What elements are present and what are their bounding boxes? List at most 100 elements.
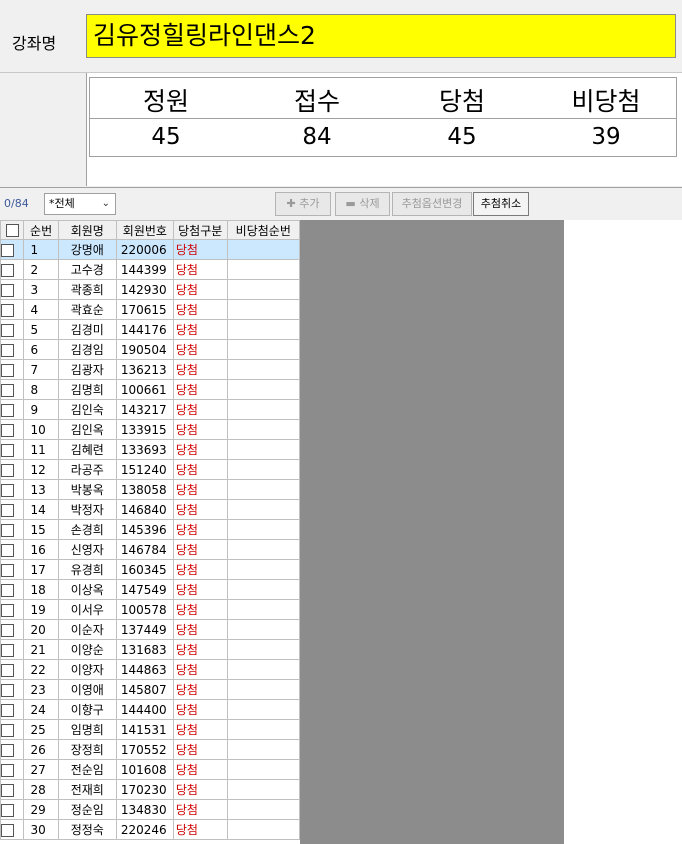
row-checkbox[interactable]	[0, 279, 25, 300]
row-draw-status: 당첨	[172, 439, 228, 460]
row-member-no: 220006	[115, 239, 174, 260]
course-name-field[interactable]: 김유정힐링라인댄스2	[86, 14, 676, 58]
row-checkbox[interactable]	[0, 239, 25, 260]
col-header-draw-status[interactable]: 당첨구분	[172, 220, 228, 240]
row-non-win-seq	[226, 499, 300, 520]
table-row[interactable]: 14 박정자 146840 당첨	[0, 499, 300, 520]
table-row[interactable]: 10 김인옥 133915 당첨	[0, 419, 300, 440]
selection-counter: 0/84	[4, 197, 29, 210]
row-non-win-seq	[226, 439, 300, 460]
stat-header-not-won: 비당첨	[571, 87, 641, 116]
row-checkbox[interactable]	[0, 779, 25, 800]
table-row[interactable]: 7 김광자 136213 당첨	[0, 359, 300, 380]
table-row[interactable]: 21 이양순 131683 당첨	[0, 639, 300, 660]
row-draw-status: 당첨	[172, 419, 228, 440]
add-button[interactable]: ✚ 추가	[275, 192, 331, 216]
row-checkbox[interactable]	[0, 299, 25, 320]
table-row[interactable]: 20 이순자 137449 당첨	[0, 619, 300, 640]
table-row[interactable]: 30 정정숙 220246 당첨	[0, 819, 300, 840]
table-row[interactable]: 13 박봉옥 138058 당첨	[0, 479, 300, 500]
row-checkbox[interactable]	[0, 759, 25, 780]
row-checkbox[interactable]	[0, 259, 25, 280]
row-checkbox[interactable]	[0, 479, 25, 500]
table-row[interactable]: 17 유경희 160345 당첨	[0, 559, 300, 580]
row-checkbox[interactable]	[0, 619, 25, 640]
table-row[interactable]: 9 김인숙 143217 당첨	[0, 399, 300, 420]
row-seq: 24	[23, 699, 59, 720]
table-row[interactable]: 6 김경임 190504 당첨	[0, 339, 300, 360]
col-header-non-win-seq[interactable]: 비당첨순번	[226, 220, 300, 240]
table-row[interactable]: 23 이영애 145807 당첨	[0, 679, 300, 700]
row-checkbox[interactable]	[0, 559, 25, 580]
row-member-no: 137449	[115, 619, 174, 640]
row-draw-status: 당첨	[172, 339, 228, 360]
row-checkbox[interactable]	[0, 739, 25, 760]
row-draw-status: 당첨	[172, 259, 228, 280]
change-draw-option-button[interactable]: 추첨옵션변경	[392, 192, 472, 216]
row-member-name: 라공주	[57, 459, 117, 480]
cancel-draw-button[interactable]: 추첨취소	[473, 192, 529, 216]
table-row[interactable]: 1 강명애 220006 당첨	[0, 239, 300, 260]
col-header-seq[interactable]: 순번	[23, 220, 59, 240]
row-checkbox[interactable]	[0, 359, 25, 380]
select-all-checkbox[interactable]	[0, 220, 25, 240]
delete-button[interactable]: ▬ 삭제	[335, 192, 390, 216]
row-member-no: 131683	[115, 639, 174, 660]
row-checkbox[interactable]	[0, 379, 25, 400]
row-checkbox[interactable]	[0, 439, 25, 460]
col-header-member-name[interactable]: 회원명	[57, 220, 117, 240]
row-checkbox[interactable]	[0, 819, 25, 840]
table-row[interactable]: 15 손경희 145396 당첨	[0, 519, 300, 540]
table-row[interactable]: 19 이서우 100578 당첨	[0, 599, 300, 620]
table-row[interactable]: 4 곽효순 170615 당첨	[0, 299, 300, 320]
table-row[interactable]: 12 라공주 151240 당첨	[0, 459, 300, 480]
row-checkbox[interactable]	[0, 719, 25, 740]
row-checkbox[interactable]	[0, 539, 25, 560]
row-draw-status: 당첨	[172, 619, 228, 640]
table-row[interactable]: 28 전재희 170230 당첨	[0, 779, 300, 800]
row-checkbox[interactable]	[0, 679, 25, 700]
table-row[interactable]: 26 장정희 170552 당첨	[0, 739, 300, 760]
row-non-win-seq	[226, 359, 300, 380]
table-row[interactable]: 11 김혜련 133693 당첨	[0, 439, 300, 460]
row-checkbox[interactable]	[0, 399, 25, 420]
table-row[interactable]: 18 이상옥 147549 당첨	[0, 579, 300, 600]
row-checkbox[interactable]	[0, 499, 25, 520]
table-row[interactable]: 29 정순임 134830 당첨	[0, 799, 300, 820]
filter-select[interactable]: *전체 ⌄	[44, 193, 116, 215]
row-checkbox[interactable]	[0, 419, 25, 440]
table-row[interactable]: 22 이양자 144863 당첨	[0, 659, 300, 680]
grid-empty-area	[300, 220, 564, 844]
row-seq: 22	[23, 659, 59, 680]
row-checkbox[interactable]	[0, 639, 25, 660]
row-checkbox[interactable]	[0, 699, 25, 720]
table-row[interactable]: 27 전순임 101608 당첨	[0, 759, 300, 780]
row-checkbox[interactable]	[0, 659, 25, 680]
table-row[interactable]: 8 김명희 100661 당첨	[0, 379, 300, 400]
table-row[interactable]: 16 신영자 146784 당첨	[0, 539, 300, 560]
row-member-name: 김경미	[57, 319, 117, 340]
table-row[interactable]: 5 김경미 144176 당첨	[0, 319, 300, 340]
row-checkbox[interactable]	[0, 519, 25, 540]
row-checkbox[interactable]	[0, 319, 25, 340]
table-row[interactable]: 2 고수경 144399 당첨	[0, 259, 300, 280]
row-non-win-seq	[226, 799, 300, 820]
row-member-name: 이영애	[57, 679, 117, 700]
stat-header-applied: 접수	[293, 87, 340, 116]
row-checkbox[interactable]	[0, 799, 25, 820]
table-row[interactable]: 25 임명희 141531 당첨	[0, 719, 300, 740]
row-checkbox[interactable]	[0, 599, 25, 620]
row-draw-status: 당첨	[172, 459, 228, 480]
table-row[interactable]: 24 이향구 144400 당첨	[0, 699, 300, 720]
row-member-no: 147549	[115, 579, 174, 600]
row-non-win-seq	[226, 519, 300, 540]
row-checkbox[interactable]	[0, 459, 25, 480]
row-draw-status: 당첨	[172, 579, 228, 600]
col-header-member-no[interactable]: 회원번호	[115, 220, 174, 240]
row-checkbox[interactable]	[0, 339, 25, 360]
table-row[interactable]: 3 곽종희 142930 당첨	[0, 279, 300, 300]
minus-icon: ▬	[345, 197, 356, 210]
row-checkbox[interactable]	[0, 579, 25, 600]
stats-panel: 정원 접수 당첨 비당첨 45 84 45 39	[87, 73, 682, 186]
row-member-name: 김광자	[57, 359, 117, 380]
